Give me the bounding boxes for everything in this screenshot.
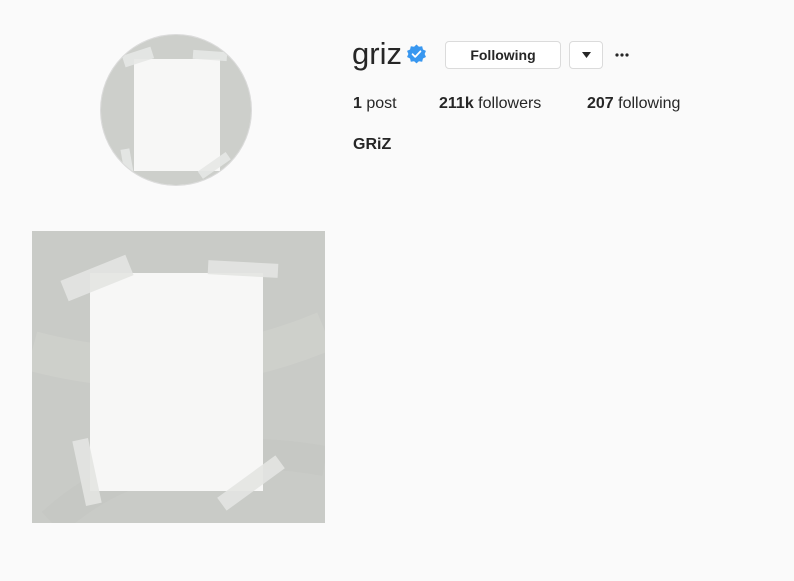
followers-count[interactable]: 211k followers [439,94,541,114]
posts-count-label: post [366,95,397,112]
profile-full-name: GRiZ [353,136,392,153]
following-button[interactable]: Following [445,41,561,69]
following-count-label: following [618,95,681,112]
following-count-value: 207 [587,95,614,112]
suggestions-dropdown-button[interactable] [569,41,603,69]
caret-down-icon [581,52,591,58]
profile-username: griz [352,36,402,71]
more-options-icon [615,53,629,57]
following-count[interactable]: 207 following [587,94,680,114]
posts-count: 1 post [353,94,397,114]
followers-count-label: followers [478,95,542,112]
avatar-image [101,35,251,185]
post-thumbnail[interactable] [32,231,325,523]
profile-avatar[interactable] [100,34,252,186]
posts-count-value: 1 [353,95,362,112]
verified-badge-icon [407,44,426,64]
post-image [32,231,325,523]
more-options-button[interactable] [612,44,632,66]
followers-count-value: 211k [439,95,474,112]
